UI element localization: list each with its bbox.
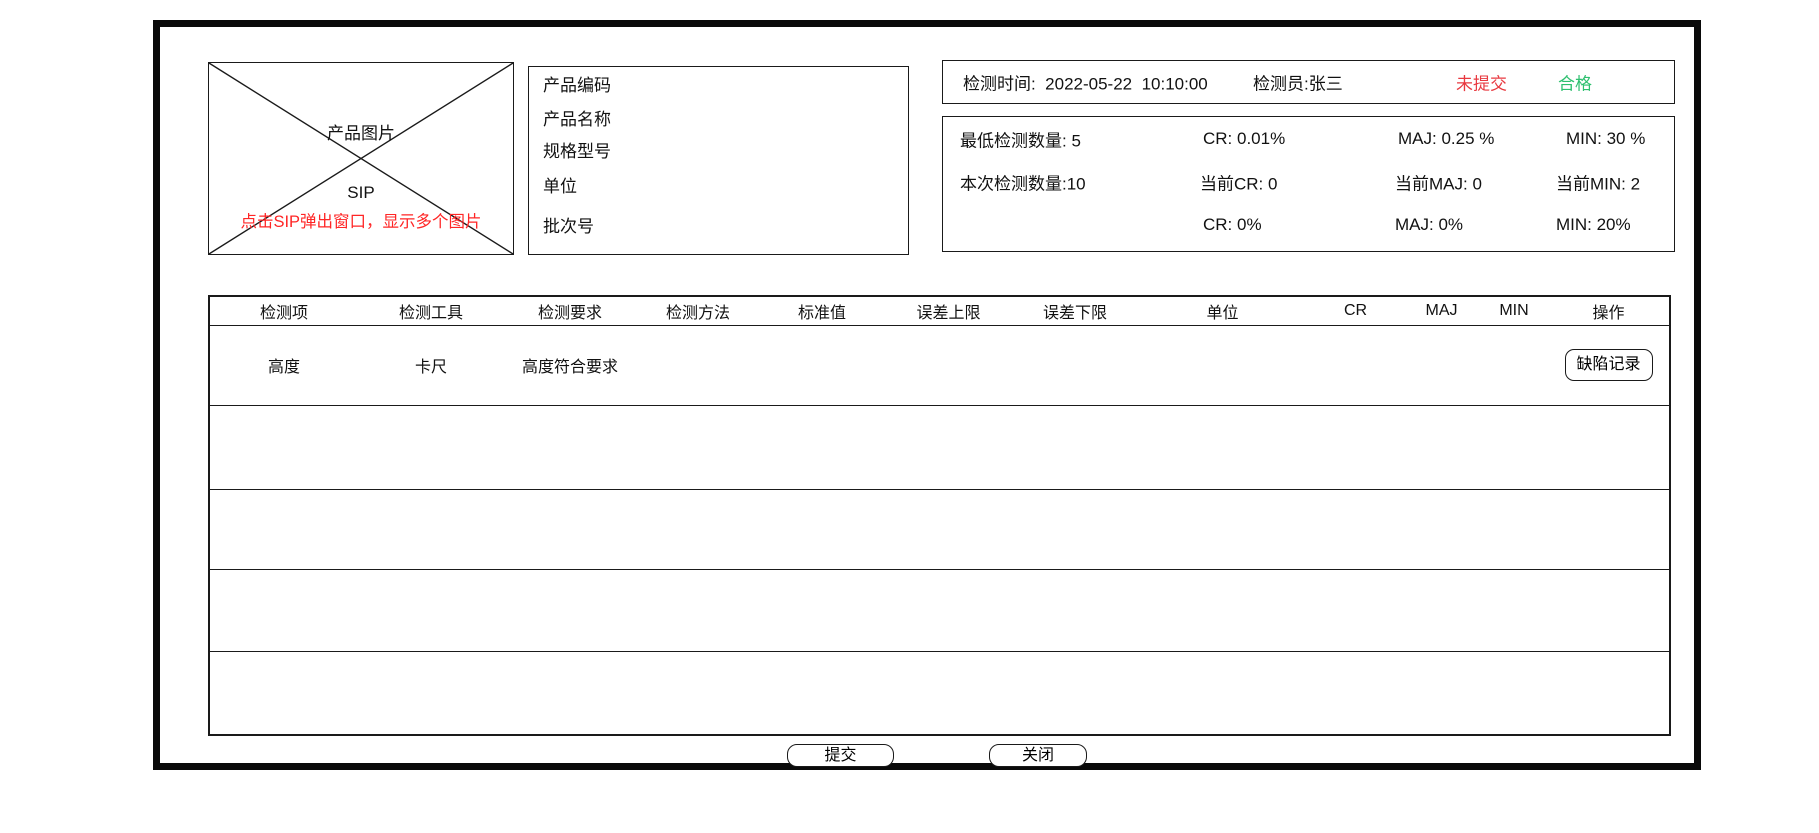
col-header-maj: MAJ	[1403, 296, 1480, 325]
stat-current-cr: 当前CR: 0	[1200, 170, 1277, 195]
col-header-cr: CR	[1308, 296, 1403, 325]
table-row-empty	[209, 405, 1670, 489]
stat-cr-rate: CR: 0%	[1203, 215, 1262, 235]
submit-status-badge: 未提交	[1456, 70, 1507, 95]
table-header-row: 检测项 检测工具 检测要求 检测方法 标准值 误差上限 误差下限 单位 CR M…	[209, 296, 1670, 325]
table-row-empty	[209, 569, 1670, 651]
field-unit: 单位	[543, 172, 577, 197]
field-spec-model: 规格型号	[543, 137, 611, 162]
inspection-header-bar: 检测时间: 2022-05-22 10:10:00 检测员:张三 未提交 合格	[942, 60, 1675, 104]
defect-record-button[interactable]: 缺陷记录	[1565, 349, 1653, 381]
stat-cr-limit: CR: 0.01%	[1203, 129, 1285, 149]
submit-button[interactable]: 提交	[787, 744, 894, 767]
table-row-empty	[209, 489, 1670, 569]
inspection-items-table: 检测项 检测工具 检测要求 检测方法 标准值 误差上限 误差下限 单位 CR M…	[208, 295, 1671, 736]
stat-maj-rate: MAJ: 0%	[1395, 215, 1463, 235]
stat-min-qty: 最低检测数量: 5	[960, 127, 1081, 152]
cell-item: 高度	[209, 325, 358, 405]
inspection-stats-panel: 最低检测数量: 5 CR: 0.01% MAJ: 0.25 % MIN: 30 …	[942, 116, 1675, 252]
sip-hint-text: 点击SIP弹出窗口，显示多个图片	[209, 208, 513, 232]
cell-requirement: 高度符合要求	[504, 325, 636, 405]
stat-min-rate: MIN: 20%	[1556, 215, 1631, 235]
product-image-title: 产品图片	[209, 119, 513, 144]
col-header-method: 检测方法	[636, 296, 760, 325]
stat-min-limit: MIN: 30 %	[1566, 129, 1645, 149]
col-header-item: 检测项	[209, 296, 358, 325]
table-row-empty	[209, 651, 1670, 735]
sip-label[interactable]: SIP	[209, 183, 513, 203]
col-header-standard: 标准值	[760, 296, 884, 325]
field-product-name: 产品名称	[543, 105, 611, 130]
cell-tool: 卡尺	[358, 325, 504, 405]
field-batch-number: 批次号	[543, 212, 594, 237]
product-info-panel: 产品编码 产品名称 规格型号 单位 批次号	[528, 66, 909, 255]
window-frame: 产品图片 SIP 点击SIP弹出窗口，显示多个图片 产品编码 产品名称 规格型号…	[153, 20, 1701, 770]
col-header-unit: 单位	[1137, 296, 1308, 325]
stat-current-maj: 当前MAJ: 0	[1395, 170, 1482, 195]
stat-current-min: 当前MIN: 2	[1556, 170, 1640, 195]
inspector-name: 检测员:张三	[1253, 70, 1343, 95]
stat-current-qty: 本次检测数量:10	[960, 170, 1086, 195]
product-image-placeholder[interactable]: 产品图片 SIP 点击SIP弹出窗口，显示多个图片	[208, 62, 514, 255]
col-header-tool: 检测工具	[358, 296, 504, 325]
field-product-code: 产品编码	[543, 71, 611, 96]
col-header-lower-limit: 误差下限	[1013, 296, 1137, 325]
table-row: 高度 卡尺 高度符合要求 缺陷记录	[209, 325, 1670, 405]
col-header-requirement: 检测要求	[504, 296, 636, 325]
stat-maj-limit: MAJ: 0.25 %	[1398, 129, 1494, 149]
col-header-action: 操作	[1548, 296, 1670, 325]
col-header-min: MIN	[1480, 296, 1548, 325]
inspection-time: 检测时间: 2022-05-22 10:10:00	[963, 70, 1208, 95]
col-header-upper-limit: 误差上限	[884, 296, 1013, 325]
close-button[interactable]: 关闭	[989, 744, 1087, 767]
result-status-badge: 合格	[1558, 70, 1592, 95]
cell-action: 缺陷记录	[1548, 325, 1670, 405]
